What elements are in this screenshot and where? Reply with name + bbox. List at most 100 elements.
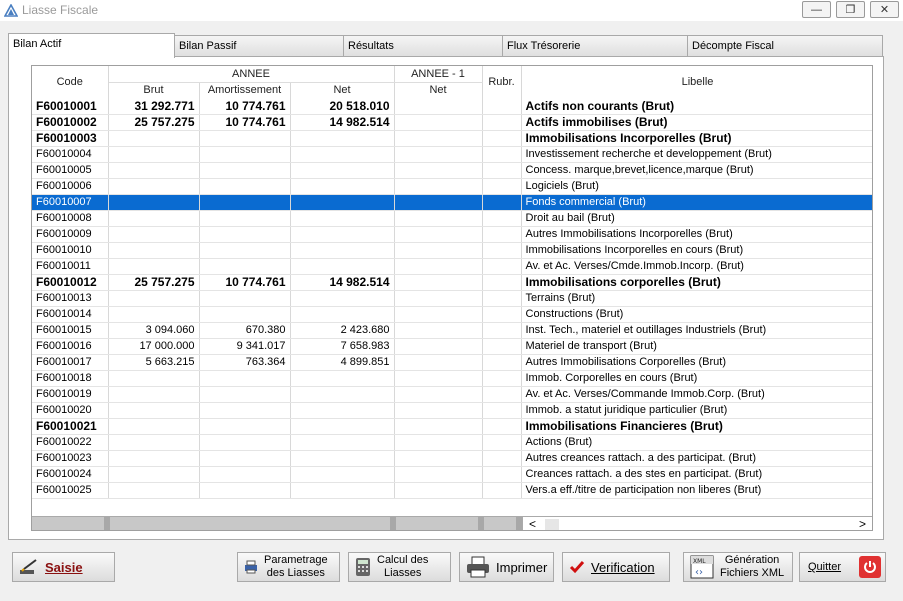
cell-amortissement[interactable] xyxy=(199,242,291,259)
cell-net-n1[interactable] xyxy=(394,338,483,355)
quitter-button[interactable]: Quitter xyxy=(799,552,886,582)
cell-net-n1[interactable] xyxy=(394,450,483,467)
col-header-amortissement[interactable]: Amortissement xyxy=(199,82,291,98)
cell-net[interactable] xyxy=(290,226,395,243)
table-row[interactable]: F60010014 Constructions (Brut) xyxy=(32,306,872,323)
horizontal-scrollbar[interactable]: < > xyxy=(32,516,872,530)
cell-net-n1[interactable] xyxy=(394,226,483,243)
cell-net-n1[interactable] xyxy=(394,402,483,419)
cell-net[interactable]: 14 982.514 xyxy=(290,114,395,131)
cell-net[interactable] xyxy=(290,242,395,259)
restore-button[interactable]: ❐ xyxy=(836,1,865,18)
cell-net[interactable] xyxy=(290,402,395,419)
close-window-button[interactable]: ✕ xyxy=(870,1,899,18)
cell-net[interactable] xyxy=(290,162,395,179)
table-row[interactable]: F60010009 Autres Immobilisations Incorpor… xyxy=(32,226,872,243)
cell-amortissement[interactable] xyxy=(199,258,291,275)
col-header-libelle[interactable]: Libelle xyxy=(521,66,872,98)
cell-rubr[interactable] xyxy=(482,226,522,243)
tab-bilan-actif[interactable]: Bilan Actif xyxy=(8,33,175,58)
cell-amortissement[interactable] xyxy=(199,210,291,227)
imprimer-button[interactable]: Imprimer xyxy=(459,552,554,582)
cell-libelle[interactable]: Droit au bail (Brut) xyxy=(521,210,872,227)
cell-amortissement[interactable] xyxy=(199,418,291,435)
cell-brut[interactable] xyxy=(108,434,200,451)
cell-code[interactable]: F60010004 xyxy=(32,146,109,163)
col-header-rubr[interactable]: Rubr. xyxy=(482,66,522,98)
col-header-net[interactable]: Net xyxy=(290,82,395,98)
cell-code[interactable]: F60010016 xyxy=(32,338,109,355)
cell-rubr[interactable] xyxy=(482,258,522,275)
cell-net-n1[interactable] xyxy=(394,386,483,403)
cell-rubr[interactable] xyxy=(482,146,522,163)
cell-net[interactable] xyxy=(290,386,395,403)
table-row[interactable]: F60010012 25 757.275 10 774.761 14 982.514 I… xyxy=(32,274,872,291)
cell-brut[interactable] xyxy=(108,226,200,243)
cell-rubr[interactable] xyxy=(482,418,522,435)
cell-code[interactable]: F60010020 xyxy=(32,402,109,419)
cell-brut[interactable] xyxy=(108,194,200,211)
cell-brut[interactable]: 25 757.275 xyxy=(108,274,200,291)
scroll-left-arrow[interactable]: < xyxy=(529,517,536,530)
cell-net-n1[interactable] xyxy=(394,482,483,499)
cell-libelle[interactable]: Autres Immobilisations Incorporelles (Br… xyxy=(521,226,872,243)
cell-amortissement[interactable] xyxy=(199,306,291,323)
cell-libelle[interactable]: Av. et Ac. Verses/Cmde.Immob.Incorp. (Br… xyxy=(521,258,872,275)
cell-net[interactable]: 14 982.514 xyxy=(290,274,395,291)
cell-amortissement[interactable] xyxy=(199,482,291,499)
cell-rubr[interactable] xyxy=(482,386,522,403)
cell-rubr[interactable] xyxy=(482,210,522,227)
cell-code[interactable]: F60010010 xyxy=(32,242,109,259)
cell-libelle[interactable]: Terrains (Brut) xyxy=(521,290,872,307)
table-row[interactable]: F60010002 25 757.275 10 774.761 14 982.514 A… xyxy=(32,114,872,131)
cell-net[interactable] xyxy=(290,290,395,307)
cell-brut[interactable] xyxy=(108,178,200,195)
table-row[interactable]: F60010020 Immob. a statut juridique parti… xyxy=(32,402,872,419)
table-row[interactable]: F60010003 Immobilisations Incorporelles (… xyxy=(32,130,872,147)
cell-net-n1[interactable] xyxy=(394,354,483,371)
cell-net[interactable] xyxy=(290,194,395,211)
cell-rubr[interactable] xyxy=(482,130,522,147)
cell-amortissement[interactable]: 10 774.761 xyxy=(199,114,291,131)
cell-net[interactable] xyxy=(290,466,395,483)
cell-net-n1[interactable] xyxy=(394,194,483,211)
cell-libelle[interactable]: Immobilisations Incorporelles (Brut) xyxy=(521,130,872,147)
cell-libelle[interactable]: Immobilisations Financieres (Brut) xyxy=(521,418,872,435)
cell-net[interactable] xyxy=(290,146,395,163)
cell-rubr[interactable] xyxy=(482,306,522,323)
cell-brut[interactable] xyxy=(108,242,200,259)
table-row[interactable]: F60010004 Investissement recherche et dev… xyxy=(32,146,872,163)
cell-code[interactable]: F60010006 xyxy=(32,178,109,195)
cell-amortissement[interactable] xyxy=(199,226,291,243)
cell-net-n1[interactable] xyxy=(394,162,483,179)
table-row[interactable]: F60010017 5 663.215 763.364 4 899.851 Autres… xyxy=(32,354,872,371)
cell-amortissement[interactable] xyxy=(199,466,291,483)
cell-amortissement[interactable]: 10 774.761 xyxy=(199,98,291,115)
data-grid[interactable]: Code ANNEE ANNEE - 1 Rubr. Libelle Brut … xyxy=(31,65,873,531)
cell-rubr[interactable] xyxy=(482,354,522,371)
cell-libelle[interactable]: Inst. Tech., materiel et outillages Indu… xyxy=(521,322,872,339)
cell-amortissement[interactable] xyxy=(199,402,291,419)
cell-brut[interactable] xyxy=(108,290,200,307)
cell-rubr[interactable] xyxy=(482,450,522,467)
cell-rubr[interactable] xyxy=(482,98,522,115)
cell-rubr[interactable] xyxy=(482,434,522,451)
cell-libelle[interactable]: Immob. a statut juridique particulier (B… xyxy=(521,402,872,419)
cell-rubr[interactable] xyxy=(482,402,522,419)
cell-amortissement[interactable] xyxy=(199,386,291,403)
cell-amortissement[interactable]: 9 341.017 xyxy=(199,338,291,355)
cell-net[interactable] xyxy=(290,130,395,147)
cell-brut[interactable]: 5 663.215 xyxy=(108,354,200,371)
cell-net-n1[interactable] xyxy=(394,418,483,435)
cell-net[interactable] xyxy=(290,434,395,451)
libelle-scroll-track[interactable]: < > xyxy=(522,517,872,530)
cell-brut[interactable] xyxy=(108,466,200,483)
table-row[interactable]: F60010005 Concess. marque,brevet,licence,… xyxy=(32,162,872,179)
cell-net-n1[interactable] xyxy=(394,258,483,275)
cell-code[interactable]: F60010017 xyxy=(32,354,109,371)
table-row[interactable]: F60010013 Terrains (Brut) xyxy=(32,290,872,307)
cell-net[interactable] xyxy=(290,258,395,275)
cell-rubr[interactable] xyxy=(482,162,522,179)
cell-brut[interactable] xyxy=(108,162,200,179)
cell-net-n1[interactable] xyxy=(394,274,483,291)
